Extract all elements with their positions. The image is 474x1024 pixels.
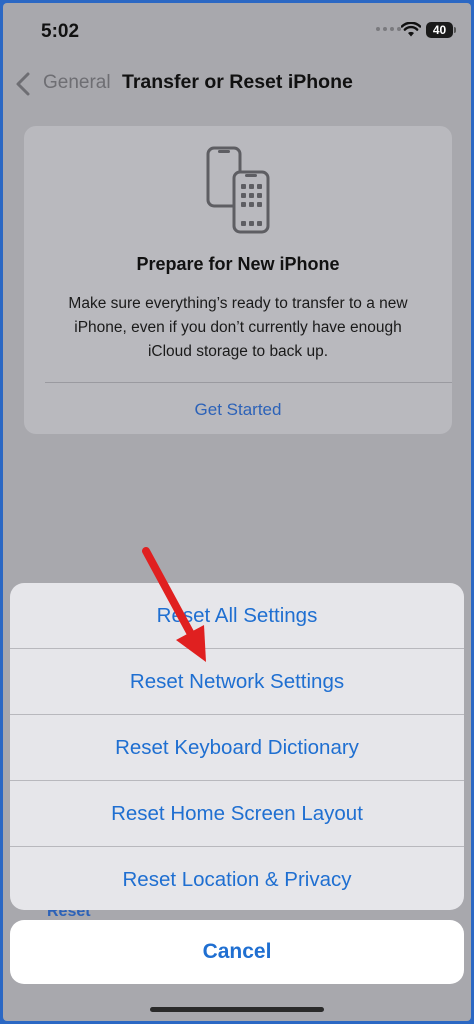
two-phones-icon (206, 146, 270, 234)
divider (45, 382, 452, 383)
card-title: Prepare for New iPhone (136, 254, 340, 274)
wifi-icon (401, 22, 421, 37)
reset-action-sheet: Reset All Settings Reset Network Setting… (10, 583, 464, 910)
reset-location-privacy-button[interactable]: Reset Location & Privacy (10, 847, 464, 910)
back-button[interactable]: General (43, 72, 111, 94)
page-title: Transfer or Reset iPhone (122, 71, 353, 93)
reset-home-screen-layout-button[interactable]: Reset Home Screen Layout (10, 781, 464, 847)
cancel-button[interactable]: Cancel (10, 920, 464, 984)
get-started-button[interactable]: Get Started (24, 400, 452, 420)
card-description: Make sure everything’s ready to transfer… (68, 295, 408, 360)
home-indicator (150, 1007, 324, 1012)
status-time: 5:02 (41, 21, 80, 42)
reset-keyboard-dictionary-button[interactable]: Reset Keyboard Dictionary (10, 715, 464, 781)
reset-all-settings-button[interactable]: Reset All Settings (10, 583, 464, 649)
cellular-signal-icon (376, 27, 401, 31)
back-chevron-icon[interactable] (15, 71, 31, 97)
prepare-card: Prepare for New iPhone Make sure everyth… (24, 126, 452, 434)
reset-network-settings-button[interactable]: Reset Network Settings (10, 649, 464, 715)
battery-indicator: 40 (426, 22, 456, 38)
phone-screen: 5:02 40 General Transfer or Reset iPhone… (3, 3, 471, 1021)
